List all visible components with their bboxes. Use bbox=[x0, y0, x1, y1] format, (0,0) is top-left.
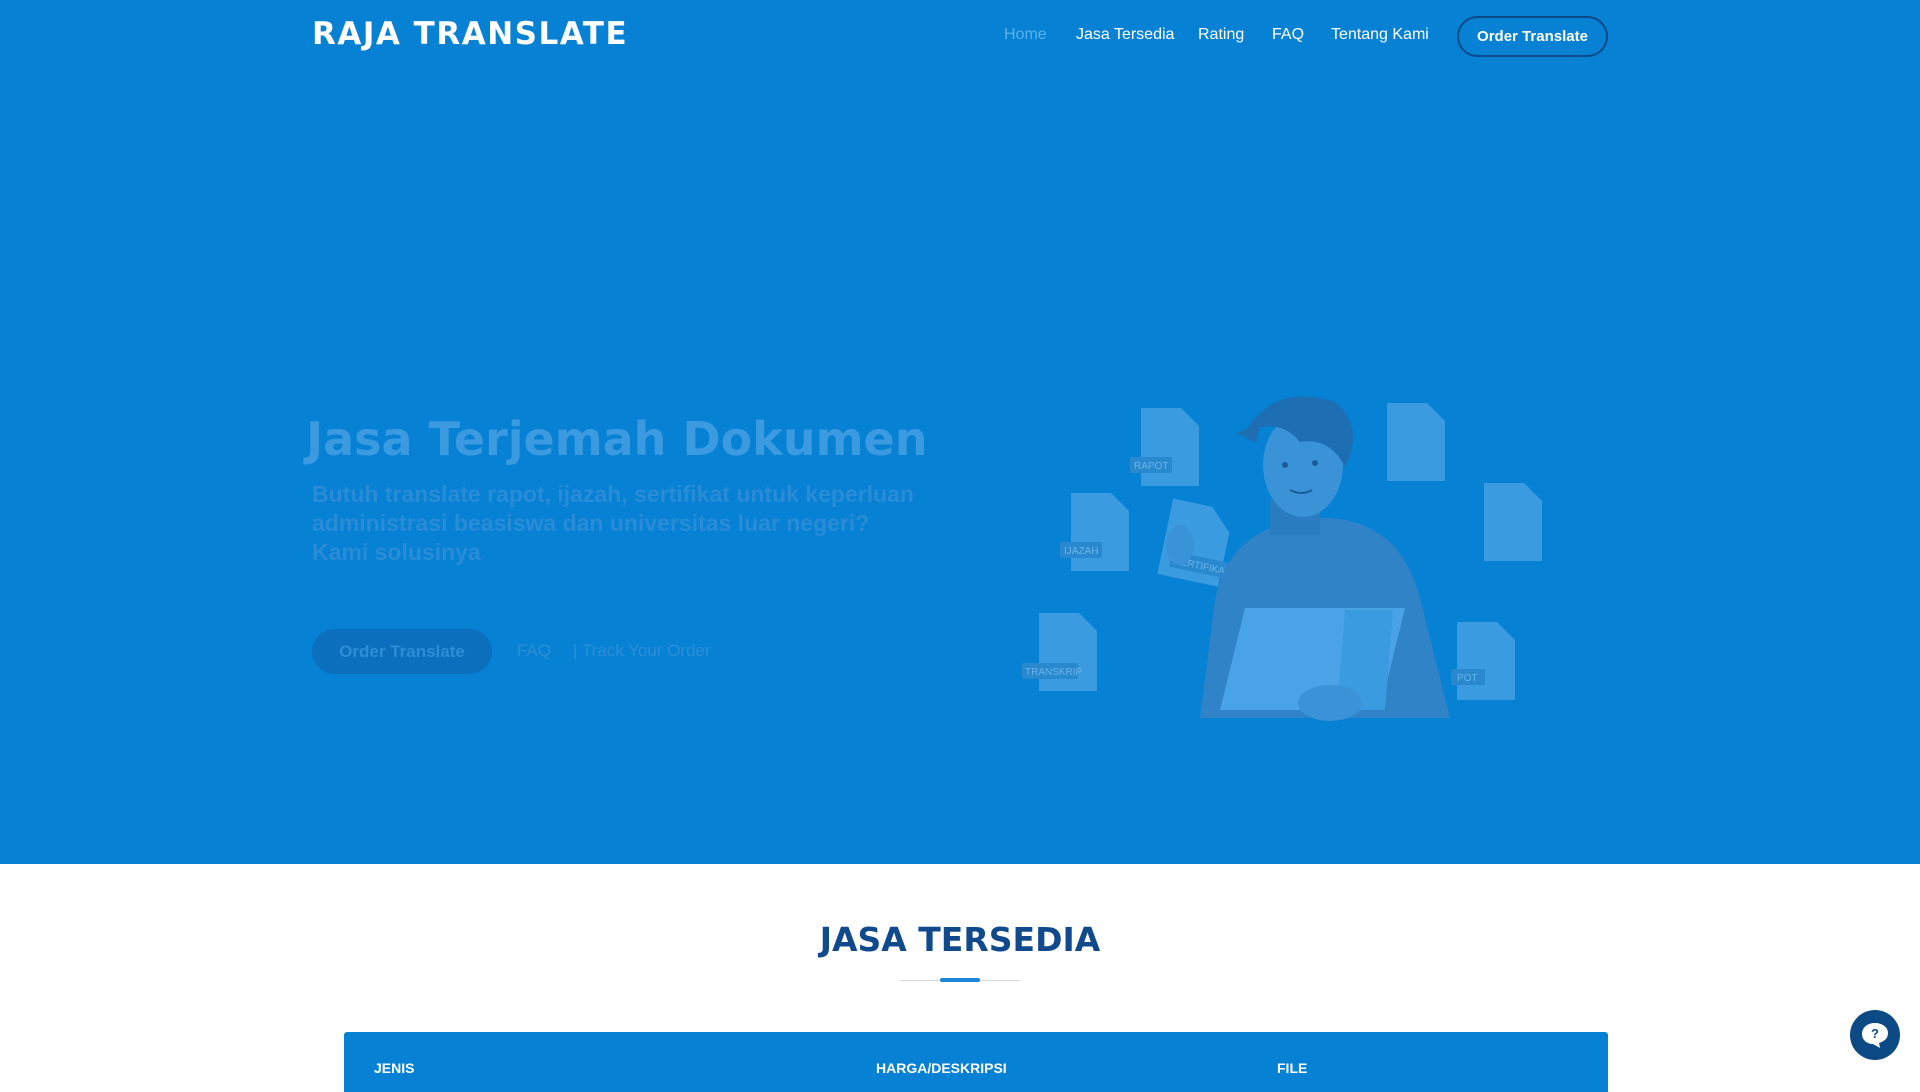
hero-title: Jasa Terjemah Dokumen bbox=[306, 412, 928, 466]
nav-home[interactable]: Home bbox=[1004, 26, 1047, 44]
column-jenis: JENIS bbox=[374, 1060, 415, 1076]
hero-order-button[interactable]: Order Translate bbox=[312, 629, 492, 674]
illus-label-pot: POT bbox=[1457, 673, 1478, 684]
header-order-button[interactable]: Order Translate bbox=[1457, 16, 1608, 57]
nav-rating[interactable]: Rating bbox=[1198, 26, 1244, 44]
column-harga-deskripsi: HARGA/DESKRIPSI bbox=[876, 1060, 1007, 1076]
hero-subtitle: Butuh translate rapot, ijazah, sertifika… bbox=[312, 481, 914, 565]
nav-faq[interactable]: FAQ bbox=[1272, 26, 1304, 44]
hero-section: RAJA TRANSLATE Home Jasa Tersedia Rating… bbox=[0, 0, 1920, 864]
illus-label-transkrip: TRANSKRIP bbox=[1025, 667, 1083, 678]
help-chat-icon: ? bbox=[1862, 1023, 1888, 1048]
svg-text:?: ? bbox=[1871, 1026, 1879, 1041]
title-divider-accent bbox=[940, 978, 980, 982]
column-file: FILE bbox=[1277, 1060, 1308, 1076]
hero-faq-link[interactable]: FAQ bbox=[517, 641, 551, 661]
help-chat-button[interactable]: ? bbox=[1850, 1010, 1900, 1060]
services-table-header: JENIS HARGA/DESKRIPSI FILE bbox=[344, 1032, 1608, 1092]
nav-tentang-kami[interactable]: Tentang Kami bbox=[1331, 26, 1429, 44]
illus-label-rapot: RAPOT bbox=[1134, 461, 1168, 472]
nav-jasa-tersedia[interactable]: Jasa Tersedia bbox=[1076, 26, 1174, 44]
track-order-link[interactable]: | Track Your Order bbox=[573, 641, 711, 661]
header: RAJA TRANSLATE Home Jasa Tersedia Rating… bbox=[0, 0, 1920, 74]
translator-illustration: RAPOT IJAZAH SERTIFIKAT TRANSKRIP POT bbox=[1022, 396, 1542, 721]
illus-label-ijazah: IJAZAH bbox=[1064, 546, 1098, 557]
site-logo[interactable]: RAJA TRANSLATE bbox=[312, 16, 628, 52]
section-title-jasa-tersedia: JASA TERSEDIA bbox=[819, 920, 1101, 959]
